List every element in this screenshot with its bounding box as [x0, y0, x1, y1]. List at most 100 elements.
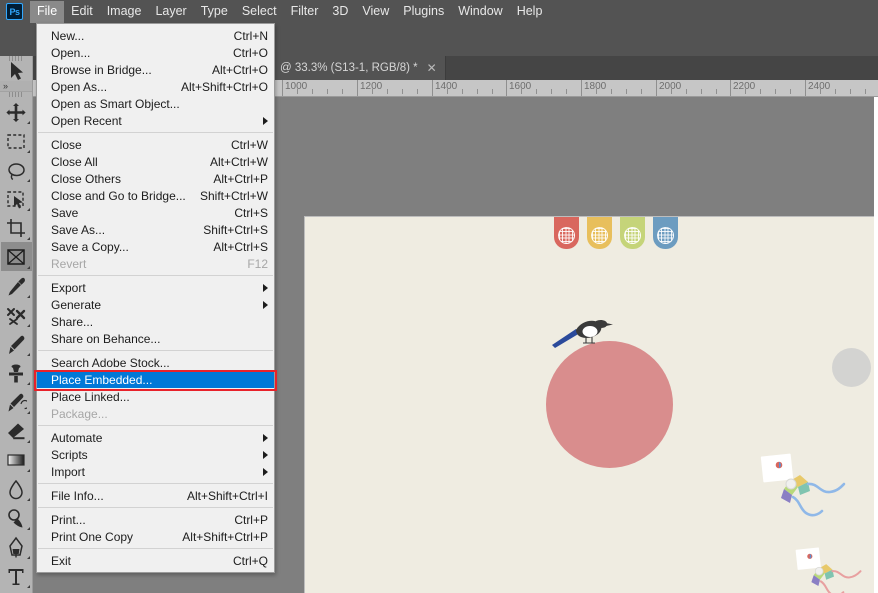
- ruler-minor-tick: [640, 89, 642, 94]
- menu-item-open[interactable]: Open... Ctrl+O: [37, 44, 274, 61]
- menubar-item-window[interactable]: Window: [451, 1, 509, 23]
- menu-item-automate[interactable]: Automate: [37, 429, 274, 446]
- rectangular-marquee-tool[interactable]: [1, 126, 32, 155]
- menu-item-file-info[interactable]: File Info... Alt+Shift+Ctrl+I: [37, 487, 274, 504]
- menu-item-shortcut: Alt+Ctrl+O: [211, 62, 268, 77]
- menu-item-label: Share on Behance...: [51, 331, 161, 346]
- menu-item-shortcut: Alt+Shift+Ctrl+P: [182, 529, 268, 544]
- menubar-item-plugins[interactable]: Plugins: [396, 1, 451, 23]
- document-tab[interactable]: @ 33.3% (S13-1, RGB/8) * ✕: [270, 56, 446, 80]
- menu-separator: [38, 507, 273, 508]
- menubar-item-select[interactable]: Select: [235, 1, 284, 23]
- menu-item-save[interactable]: Save Ctrl+S: [37, 204, 274, 221]
- menu-item-shortcut: Ctrl+Q: [232, 553, 268, 568]
- tools-panel: »: [0, 56, 33, 593]
- clone-stamp-tool[interactable]: [1, 358, 32, 387]
- menu-item-exit[interactable]: Exit Ctrl+Q: [37, 552, 274, 569]
- blur-tool-icon: [9, 479, 23, 499]
- menu-item-close-and-go-to-bridge[interactable]: Close and Go to Bridge... Shift+Ctrl+W: [37, 187, 274, 204]
- ruler-minor-tick: [849, 89, 851, 94]
- ruler-minor-tick: [550, 89, 552, 94]
- pen-tool[interactable]: [1, 532, 32, 561]
- menu-item-label: Save a Copy...: [51, 239, 129, 254]
- menubar-item-edit[interactable]: Edit: [64, 1, 100, 23]
- menubar-item-layer[interactable]: Layer: [148, 1, 193, 23]
- menu-item-label: Save As...: [51, 222, 106, 237]
- ruler-minor-tick: [401, 89, 403, 94]
- ruler-minor-tick: [864, 89, 866, 94]
- submenu-arrow-icon: [263, 300, 268, 309]
- menu-item-search-adobe-stock[interactable]: Search Adobe Stock...: [37, 354, 274, 371]
- menu-item-browse-in-bridge[interactable]: Browse in Bridge... Alt+Ctrl+O: [37, 61, 274, 78]
- menu-item-close-all[interactable]: Close All Alt+Ctrl+W: [37, 153, 274, 170]
- lasso-tool[interactable]: [1, 155, 32, 184]
- dodge-tool[interactable]: [1, 503, 32, 532]
- ruler-minor-tick: [685, 89, 687, 94]
- large-pink-circle: [546, 341, 673, 468]
- ruler-minor-tick: [834, 89, 836, 94]
- menu-item-label: Print...: [51, 512, 86, 527]
- banner-seal-icon: [558, 227, 575, 244]
- menu-item-save-as[interactable]: Save As... Shift+Ctrl+S: [37, 221, 274, 238]
- menu-item-open-as-smart-object[interactable]: Open as Smart Object...: [37, 95, 274, 112]
- menubar-item-view[interactable]: View: [355, 1, 396, 23]
- menu-item-shortcut: Shift+Ctrl+W: [199, 188, 268, 203]
- menubar-item-file[interactable]: File: [30, 0, 65, 23]
- menu-item-print[interactable]: Print... Ctrl+P: [37, 511, 274, 528]
- eyedropper-tool[interactable]: [1, 271, 32, 300]
- menu-item-save-a-copy[interactable]: Save a Copy... Alt+Ctrl+S: [37, 238, 274, 255]
- crop-tool[interactable]: [1, 213, 32, 242]
- menu-item-share[interactable]: Share...: [37, 313, 274, 330]
- close-icon[interactable]: ✕: [427, 62, 437, 74]
- menu-item-print-one-copy[interactable]: Print One Copy Alt+Shift+Ctrl+P: [37, 528, 274, 545]
- submenu-arrow-icon: [263, 116, 268, 125]
- right-margin: [874, 97, 878, 593]
- frame-tool[interactable]: [0, 242, 32, 271]
- healing-brush-tool[interactable]: [1, 300, 32, 329]
- ruler-major-tick: [357, 80, 358, 96]
- history-brush-tool[interactable]: [1, 387, 32, 416]
- ruler-minor-tick: [371, 89, 373, 94]
- move-tool[interactable]: [1, 97, 32, 126]
- menubar-item-image[interactable]: Image: [100, 1, 149, 23]
- menu-item-label: File Info...: [51, 488, 104, 503]
- menu-item-label: Generate: [51, 297, 102, 312]
- ruler-minor-tick: [520, 89, 522, 94]
- ruler-major-tick: [730, 80, 731, 96]
- ruler-minor-tick: [670, 89, 672, 94]
- menu-item-close[interactable]: Close Ctrl+W: [37, 136, 274, 153]
- menubar-item-filter[interactable]: Filter: [284, 1, 326, 23]
- file-menu-dropdown[interactable]: New... Ctrl+N Open... Ctrl+O Browse in Bridg…: [36, 23, 275, 573]
- blur-tool[interactable]: [1, 474, 32, 503]
- menu-item-label: New...: [51, 28, 85, 43]
- menu-item-label: Automate: [51, 430, 103, 445]
- menu-item-open-as[interactable]: Open As... Alt+Shift+Ctrl+O: [37, 78, 274, 95]
- menubar-item-3d[interactable]: 3D: [325, 1, 355, 23]
- menu-item-label: Share...: [51, 314, 94, 329]
- menu-item-generate[interactable]: Generate: [37, 296, 274, 313]
- eraser-tool[interactable]: [1, 416, 32, 445]
- menu-item-close-others[interactable]: Close Others Alt+Ctrl+P: [37, 170, 274, 187]
- type-tool[interactable]: [1, 561, 32, 590]
- menubar-item-help[interactable]: Help: [510, 1, 550, 23]
- menu-item-place-linked[interactable]: Place Linked...: [37, 388, 274, 405]
- ruler-minor-tick: [296, 89, 298, 94]
- menu-item-new[interactable]: New... Ctrl+N: [37, 27, 274, 44]
- brush-tool[interactable]: [1, 329, 32, 358]
- quick-selection-tool[interactable]: [1, 184, 32, 213]
- menu-item-place-embedded[interactable]: Place Embedded...: [37, 371, 274, 388]
- menu-item-export[interactable]: Export: [37, 279, 274, 296]
- gradient-tool[interactable]: [1, 445, 32, 474]
- menu-item-shortcut: Alt+Shift+Ctrl+I: [186, 488, 268, 503]
- menu-item-import[interactable]: Import: [37, 463, 274, 480]
- menu-item-share-on-behance[interactable]: Share on Behance...: [37, 330, 274, 347]
- document-canvas[interactable]: [304, 216, 877, 593]
- menu-item-scripts[interactable]: Scripts: [37, 446, 274, 463]
- menu-item-label: Save: [51, 205, 79, 220]
- menu-item-open-recent[interactable]: Open Recent: [37, 112, 274, 129]
- arrow-cursor-icon: [1, 61, 32, 81]
- menubar-item-type[interactable]: Type: [194, 1, 235, 23]
- expand-toolbar-chevron-icon[interactable]: »: [0, 81, 32, 92]
- menu-item-label: Browse in Bridge...: [51, 62, 152, 77]
- menu-item-label: Print One Copy: [51, 529, 134, 544]
